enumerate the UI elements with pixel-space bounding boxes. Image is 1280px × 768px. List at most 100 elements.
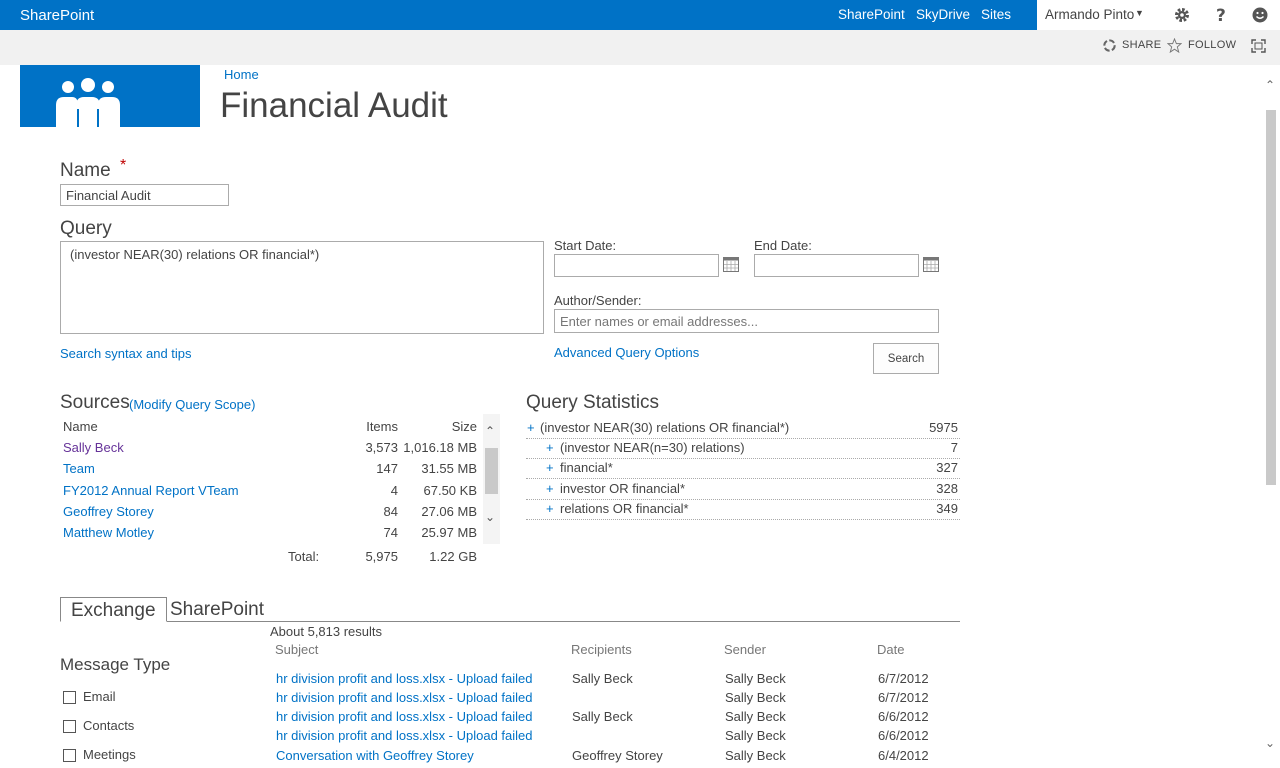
source-size: 31.55 MB: [421, 461, 477, 476]
expand-icon[interactable]: +: [546, 460, 554, 475]
checkbox[interactable]: [63, 720, 76, 733]
user-menu[interactable]: Armando Pinto: [1045, 7, 1134, 22]
start-date-field[interactable]: [554, 254, 719, 277]
source-name-link[interactable]: FY2012 Annual Report VTeam: [63, 483, 239, 498]
checkbox[interactable]: [63, 749, 76, 762]
result-date: 6/7/2012: [878, 671, 929, 686]
expand-icon[interactable]: +: [546, 501, 554, 516]
result-sender: Sally Beck: [725, 671, 786, 686]
scroll-thumb[interactable]: [485, 448, 498, 494]
focus-mode-icon[interactable]: [1251, 39, 1266, 53]
name-label: Name *: [60, 157, 126, 182]
page-scrollbar[interactable]: ⌃ ⌄: [1262, 70, 1280, 760]
result-subject-link[interactable]: hr division profit and loss.xlsx - Uploa…: [276, 728, 533, 743]
query-stat-row: + (investor NEAR(n=30) relations) 7: [526, 438, 960, 459]
filter-label: Email: [83, 689, 116, 704]
author-field[interactable]: [554, 309, 939, 333]
sources-scrollbar[interactable]: ⌃ ⌄: [483, 414, 500, 544]
user-area: Armando Pinto ▼ ?: [1037, 0, 1280, 30]
advanced-query-link[interactable]: Advanced Query Options: [554, 345, 699, 360]
source-name-link[interactable]: Matthew Motley: [63, 525, 154, 540]
query-stats-title: Query Statistics: [526, 392, 660, 413]
star-icon[interactable]: [1167, 38, 1182, 53]
query-stat-text: investor OR financial*: [560, 481, 685, 496]
team-icon: [56, 78, 120, 127]
query-stat-row: + (investor NEAR(30) relations OR financ…: [526, 418, 960, 439]
query-stat-count: 349: [936, 501, 958, 516]
query-label: Query: [60, 218, 112, 239]
source-items: 4: [390, 483, 398, 498]
site-logo[interactable]: [20, 65, 200, 127]
modify-scope-link[interactable]: (Modify Query Scope): [129, 397, 255, 412]
search-button[interactable]: Search: [873, 343, 939, 374]
query-stat-text: (investor NEAR(30) relations OR financia…: [540, 420, 790, 435]
tab-sharepoint[interactable]: SharePoint: [160, 597, 274, 622]
tab-exchange[interactable]: Exchange: [60, 597, 167, 622]
column-header-subject[interactable]: Subject: [275, 642, 318, 657]
filter-label: Meetings: [83, 747, 136, 762]
column-header-recipients[interactable]: Recipients: [571, 642, 632, 657]
smiley-icon[interactable]: [1251, 6, 1269, 24]
source-size: 1,016.18 MB: [403, 440, 477, 455]
result-sender: Sally Beck: [725, 728, 786, 743]
scroll-up-icon[interactable]: ⌃: [485, 424, 495, 438]
gear-icon[interactable]: [1173, 6, 1191, 24]
query-stat-row: + relations OR financial* 349: [526, 499, 960, 520]
share-icon[interactable]: [1102, 38, 1117, 53]
suite-bar: SharePoint SharePoint SkyDrive Sites Arm…: [0, 0, 1280, 30]
sources-header-size: Size: [451, 419, 477, 434]
sources-title: Sources: [60, 392, 130, 413]
help-icon[interactable]: ?: [1212, 6, 1230, 24]
result-date: 6/6/2012: [878, 709, 929, 724]
end-date-label: End Date:: [754, 238, 812, 253]
ribbon-bar: SHARE FOLLOW: [0, 30, 1280, 65]
checkbox[interactable]: [63, 691, 76, 704]
result-date: 6/7/2012: [878, 690, 929, 705]
nav-sites[interactable]: Sites: [981, 7, 1011, 22]
share-button[interactable]: SHARE: [1122, 39, 1161, 51]
result-subject-link[interactable]: hr division profit and loss.xlsx - Uploa…: [276, 709, 533, 724]
brand-link[interactable]: SharePoint: [20, 7, 94, 24]
author-label: Author/Sender:: [554, 293, 642, 308]
search-tips-link[interactable]: Search syntax and tips: [60, 346, 192, 361]
result-recipients: Geoffrey Storey: [572, 748, 663, 763]
source-name-link[interactable]: Team: [63, 461, 95, 476]
expand-icon[interactable]: +: [527, 420, 535, 435]
nav-skydrive[interactable]: SkyDrive: [916, 7, 970, 22]
expand-icon[interactable]: +: [546, 481, 554, 496]
sources-total-size: 1.22 GB: [429, 549, 477, 564]
breadcrumb-home[interactable]: Home: [224, 67, 259, 82]
result-subject-link[interactable]: hr division profit and loss.xlsx - Uploa…: [276, 690, 533, 705]
end-date-field[interactable]: [754, 254, 919, 277]
query-field[interactable]: (investor NEAR(30) relations OR financia…: [60, 241, 544, 334]
source-name-link[interactable]: Geoffrey Storey: [63, 504, 154, 519]
source-name-link[interactable]: Sally Beck: [63, 440, 124, 455]
result-subject-link[interactable]: Conversation with Geoffrey Storey: [276, 748, 474, 763]
message-type-title: Message Type: [60, 655, 171, 674]
name-field[interactable]: [60, 184, 229, 206]
follow-button[interactable]: FOLLOW: [1188, 39, 1236, 51]
scroll-down-icon[interactable]: ⌄: [1265, 736, 1275, 750]
expand-icon[interactable]: +: [546, 440, 554, 455]
sources-header-name: Name: [63, 419, 98, 434]
source-items: 74: [383, 525, 398, 540]
column-header-date[interactable]: Date: [877, 642, 904, 657]
scroll-down-icon[interactable]: ⌄: [485, 510, 495, 524]
calendar-icon[interactable]: [723, 256, 739, 272]
column-header-sender[interactable]: Sender: [724, 642, 766, 657]
query-stat-text: financial*: [560, 460, 613, 475]
page-title: Financial Audit: [220, 86, 448, 125]
query-stat-count: 328: [936, 481, 958, 496]
result-sender: Sally Beck: [725, 748, 786, 763]
nav-sharepoint[interactable]: SharePoint: [838, 7, 905, 22]
required-mark: *: [119, 157, 127, 174]
results-count: About 5,813 results: [270, 624, 383, 639]
calendar-icon[interactable]: [923, 256, 939, 272]
sources-total-label: Total:: [288, 549, 320, 564]
caret-down-icon[interactable]: ▼: [1135, 8, 1144, 18]
query-stat-count: 5975: [929, 420, 958, 435]
result-recipients: Sally Beck: [572, 671, 633, 686]
result-subject-link[interactable]: hr division profit and loss.xlsx - Uploa…: [276, 671, 533, 686]
scroll-thumb[interactable]: [1266, 110, 1276, 485]
scroll-up-icon[interactable]: ⌃: [1265, 78, 1275, 92]
